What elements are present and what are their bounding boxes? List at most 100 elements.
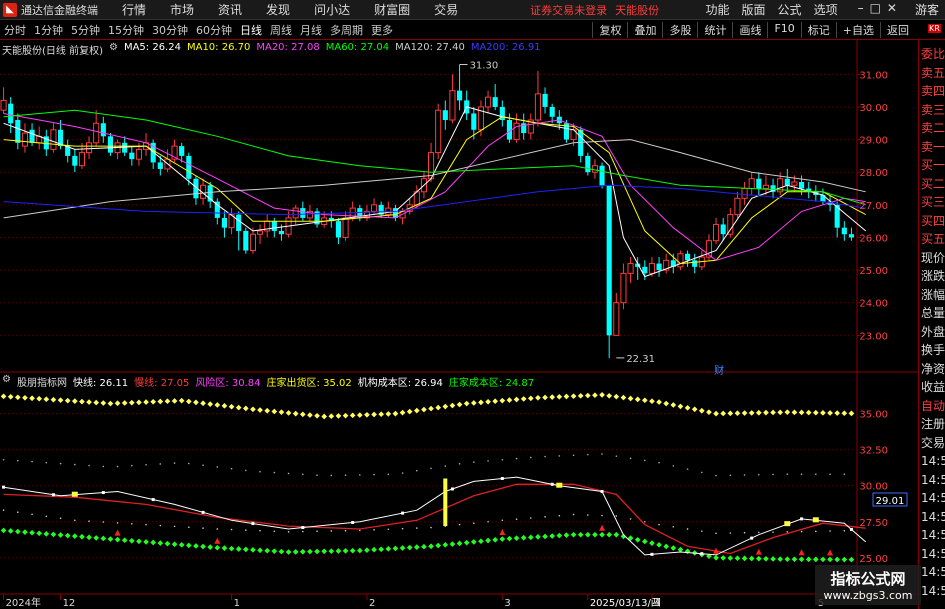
f10-button[interactable]: F10 (767, 22, 800, 38)
window-controls-icon[interactable]: –□✕ (852, 1, 909, 18)
legend-ma60: MA60: 27.04 (325, 42, 390, 53)
dealer-out-dot (613, 393, 620, 400)
menu-options[interactable]: 选项 (808, 1, 844, 18)
candle-body-down (72, 155, 78, 166)
tab-5min[interactable]: 5分钟 (67, 22, 104, 38)
dealer-out-dot (848, 410, 855, 417)
menu-quotes[interactable]: 行情 (110, 1, 158, 18)
inst-cost-dot (530, 517, 532, 519)
dealer-cost-dot (314, 548, 320, 555)
menu-layout[interactable]: 版面 (736, 1, 772, 18)
menu-discover[interactable]: 发现 (254, 1, 302, 18)
menu-trade[interactable]: 交易 (422, 1, 470, 18)
tab-15min[interactable]: 15分钟 (104, 22, 148, 38)
inst-cost-dot (131, 522, 133, 525)
tab-weekly[interactable]: 周线 (266, 22, 296, 38)
app-name: 通达信金融终端 (21, 3, 98, 17)
guest-label[interactable]: 游客 (909, 1, 945, 18)
back-button[interactable]: 返回 (880, 22, 915, 38)
dealer-out-dot (385, 411, 392, 417)
legend-ma5: MA5: 26.24 (123, 42, 181, 53)
mark-button[interactable]: 标记 (800, 22, 836, 38)
menu-function[interactable]: 功能 (700, 1, 736, 18)
risk-dot (359, 474, 361, 476)
risk-dot (544, 455, 546, 458)
inst-cost-dot (401, 527, 404, 530)
low-label: 22.31 (626, 354, 655, 365)
panel-volume: 总量 (921, 306, 945, 320)
price-axis-label: 28.00 (859, 168, 888, 179)
candle-body-down (357, 208, 363, 218)
tab-30min[interactable]: 30分钟 (148, 22, 192, 38)
dealer-cost-dot (641, 538, 648, 545)
login-alert[interactable]: 证券交易未登录 (530, 2, 607, 18)
price-axis-label: 26.00 (859, 233, 888, 244)
stats-button[interactable]: 统计 (697, 22, 732, 38)
inst-cost-dot (188, 526, 190, 529)
sub-gear-icon[interactable]: ⚙ (2, 374, 11, 389)
menu-formula[interactable]: 公式 (772, 1, 808, 18)
panel-register[interactable]: 注册 (919, 415, 945, 434)
panel-auto[interactable]: 自动 (919, 397, 945, 416)
risk-dot (131, 464, 133, 467)
candle-body-up (663, 259, 670, 271)
inst-cost-dot (686, 528, 689, 530)
ma20-line (3, 113, 866, 261)
menu-market[interactable]: 市场 (158, 1, 206, 18)
dealer-cost-dot (798, 556, 805, 563)
adjust-button[interactable]: 复权 (592, 22, 627, 38)
inst-cost-dot (387, 528, 390, 531)
fast-marker (201, 510, 205, 514)
price-axis-label: 25.00 (859, 266, 888, 277)
dealer-cost-dot (613, 531, 620, 538)
dealer-cost-dot (556, 532, 563, 539)
watermark: 指标公式网 www.zbgs3.com (815, 565, 921, 605)
candle-body-up (399, 210, 406, 219)
tab-daily[interactable]: 日线 (236, 22, 266, 38)
dealer-out-dot (100, 400, 107, 406)
candle-body-up (86, 142, 93, 154)
dealer-out-dot (456, 401, 463, 408)
candle-body-up (135, 148, 142, 160)
inst-cost-dot (644, 520, 646, 523)
candle-body-down (806, 188, 812, 192)
candle-body-up (385, 207, 392, 216)
kline-chart[interactable]: 31.00 30.00 29.00 28.00 27.00 26.00 25.00 24.00… (0, 0, 945, 609)
tab-more[interactable]: 更多 (367, 22, 397, 38)
tab-timeshare[interactable]: 分时 (0, 22, 30, 38)
tab-60min[interactable]: 60分钟 (192, 22, 236, 38)
panel-bid4: 买四 (921, 213, 945, 228)
buy-arrow-icon (499, 529, 506, 536)
menu-wealth[interactable]: 财富圈 (362, 1, 422, 18)
panel-trade[interactable]: 交易 (919, 434, 945, 453)
add-watchlist-button[interactable]: +自选 (835, 22, 880, 38)
sell-marker (556, 482, 563, 488)
legend-gear-icon[interactable]: ⚙ (109, 42, 118, 57)
risk-dot (416, 469, 418, 472)
candle-body-down (335, 221, 341, 238)
candle-body-up (36, 135, 43, 144)
candle-body-down (606, 185, 612, 336)
price-axis-label: 29.00 (859, 136, 888, 147)
candle-body-up (777, 178, 784, 193)
price-axis-label: 23.00 (859, 331, 888, 342)
overlay-button[interactable]: 叠加 (627, 22, 662, 38)
menu-ask[interactable]: 问小达 (302, 1, 362, 18)
panel-net-asset: 净资 (921, 361, 945, 376)
tab-monthly[interactable]: 月线 (296, 22, 326, 38)
risk-dot (245, 469, 247, 472)
risk-dot (116, 465, 119, 468)
sub-current-box (872, 492, 908, 507)
tab-multi-period[interactable]: 多周期 (326, 22, 367, 38)
tab-1min[interactable]: 1分钟 (30, 22, 67, 38)
menu-news[interactable]: 资讯 (206, 1, 254, 18)
draw-button[interactable]: 画线 (732, 22, 767, 38)
ma200-line (3, 184, 866, 216)
dealer-cost-dot (0, 527, 7, 534)
dealer-cost-dot (513, 535, 520, 542)
risk-dot (786, 473, 789, 475)
dealer-cost-dot (342, 548, 349, 554)
candle-body-up (734, 197, 741, 216)
multi-stock-button[interactable]: 多股 (662, 22, 697, 38)
inst-cost-dot (515, 518, 518, 520)
